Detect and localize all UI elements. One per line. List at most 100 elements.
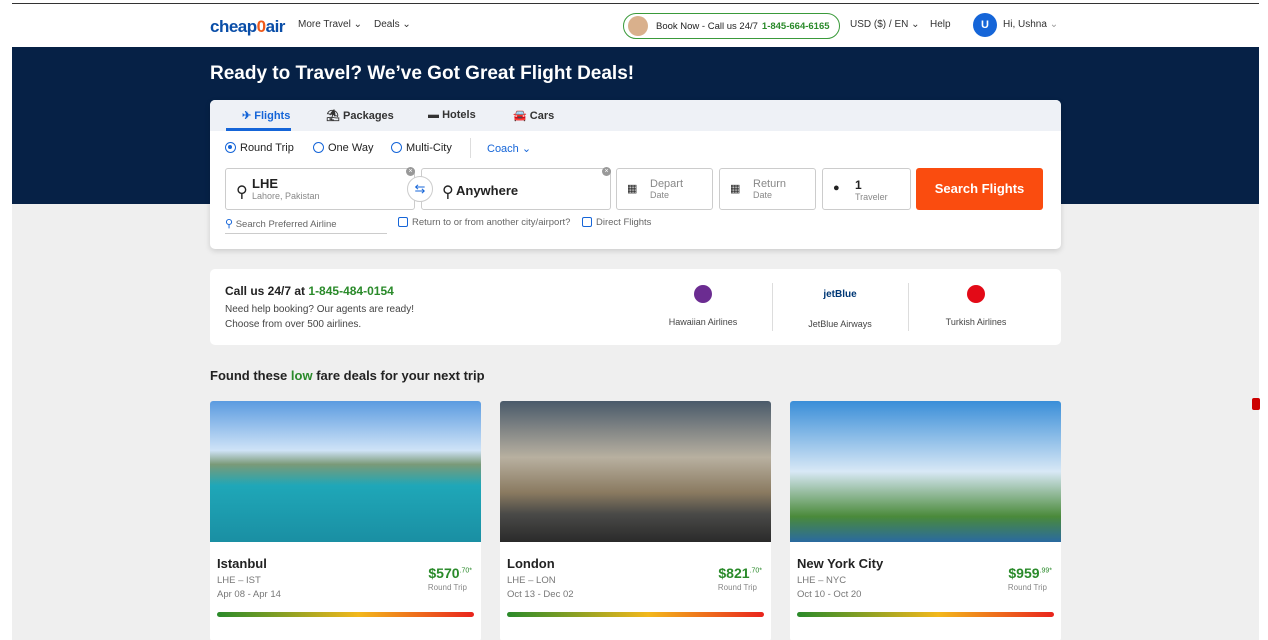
radio-icon — [225, 142, 236, 153]
origin-field[interactable]: ⚲ LHE Lahore, Pakistan × — [225, 167, 415, 210]
help-link[interactable]: Help — [930, 19, 951, 30]
deal-price: $821.70* — [718, 565, 762, 581]
traveler-count: 1 — [855, 178, 862, 192]
logo[interactable]: cheap0air — [210, 17, 285, 37]
deal-city: London — [507, 556, 555, 571]
tab-cars[interactable]: 🚘 Cars — [513, 109, 554, 122]
radio-icon — [391, 142, 402, 153]
airline-name: JetBlue Airways — [808, 319, 872, 329]
return-other-checkbox[interactable]: Return to or from another city/airport? — [398, 217, 570, 228]
cabin-selector[interactable]: Coach ⌄ — [470, 138, 531, 158]
price-cents: .70 — [459, 567, 470, 575]
turkish-logo-icon — [967, 285, 985, 303]
heading-low: low — [290, 368, 313, 383]
checkbox-label: Direct Flights — [596, 217, 652, 228]
swap-icon[interactable]: ⇆ — [407, 176, 433, 202]
fare-gradient-bar — [217, 612, 474, 617]
traveler-label: Traveler — [855, 192, 888, 202]
deal-card-london[interactable]: London LHE – LON Oct 13 - Dec 02 $821.70… — [500, 401, 771, 640]
price-cents: .99 — [1039, 567, 1050, 575]
radio-one-way[interactable]: One Way — [313, 142, 373, 154]
deal-route: LHE – LON — [507, 575, 556, 586]
deal-card-istanbul[interactable]: Istanbul LHE – IST Apr 08 - Apr 14 $570.… — [210, 401, 481, 640]
page: cheap0air More Travel ⌄ Deals ⌄ Book Now… — [12, 3, 1259, 640]
radio-label: One Way — [328, 142, 374, 154]
deal-route: LHE – NYC — [797, 575, 847, 586]
tab-label: Flights — [254, 110, 291, 122]
return-date-field[interactable]: ▦ Return Date — [719, 168, 816, 210]
calendar-icon: ▦ — [730, 183, 741, 195]
direct-flights-checkbox[interactable]: Direct Flights — [582, 217, 651, 228]
depart-date-field[interactable]: ▦ Depart Date — [616, 168, 713, 210]
destination-value: Anywhere — [456, 183, 519, 198]
account-menu[interactable]: Hi, Ushna ⌄ — [1003, 19, 1058, 30]
airline-turkish[interactable]: Turkish Airlines — [908, 283, 1044, 327]
agent-avatar-icon — [628, 16, 648, 36]
call-phone: 1-845-664-6165 — [761, 21, 830, 32]
person-icon: ● — [833, 182, 840, 194]
clear-origin-icon[interactable]: × — [406, 167, 415, 176]
call-prefix: Call us 24/7 at — [225, 284, 306, 298]
radio-multi-city[interactable]: Multi-City — [391, 142, 452, 154]
price-asterisk: * — [759, 567, 762, 575]
fare-gradient-bar — [507, 612, 764, 617]
origin-city: Lahore, Pakistan — [252, 191, 320, 201]
fare-gradient-bar — [797, 612, 1054, 617]
hawaiian-logo-icon — [694, 285, 712, 303]
deals-label: Deals — [374, 19, 400, 30]
user-avatar[interactable]: U — [973, 13, 997, 37]
deal-trip-type: Round Trip — [717, 583, 757, 592]
traveler-field[interactable]: ● 1 Traveler — [822, 168, 911, 210]
depart-label: Depart — [650, 178, 684, 190]
airlines-text: Choose from over 500 airlines. — [225, 319, 362, 330]
currency-label: USD ($) / EN — [850, 19, 909, 30]
price-dollars: $959 — [1008, 565, 1040, 581]
london-image — [500, 401, 771, 542]
radio-icon — [313, 142, 324, 153]
deal-dates: Oct 10 - Oct 20 — [797, 589, 862, 600]
return-sub: Date — [753, 190, 773, 200]
deals-menu[interactable]: Deals ⌄ — [374, 19, 411, 30]
currency-selector[interactable]: USD ($) / EN ⌄ — [850, 19, 920, 30]
search-icon: ⚲ — [225, 218, 234, 230]
tab-flights[interactable]: ✈ Flights — [242, 109, 290, 122]
tab-label: Packages — [343, 110, 394, 122]
cabin-label: Coach — [487, 143, 519, 155]
price-dollars: $570 — [428, 565, 460, 581]
checkbox-icon — [582, 217, 592, 227]
return-label: Return — [753, 178, 787, 190]
heading-pre: Found these — [210, 368, 288, 383]
destination-field[interactable]: ⚲ Anywhere × — [421, 167, 611, 210]
deal-card-new-york[interactable]: New York City LHE – NYC Oct 10 - Oct 20 … — [790, 401, 1061, 640]
more-travel-menu[interactable]: More Travel ⌄ — [298, 19, 362, 30]
checkbox-label: Return to or from another city/airport? — [412, 217, 571, 228]
tab-hotels[interactable]: ▬ Hotels — [428, 109, 476, 121]
airline-search-input[interactable]: ⚲ Search Preferred Airline — [225, 217, 387, 234]
deals-heading: Found these low fare deals for your next… — [210, 368, 485, 383]
feedback-tab[interactable] — [1252, 398, 1260, 410]
greeting: Hi, Ushna — [1003, 19, 1047, 30]
chevron-down-icon: ⌄ — [911, 19, 920, 30]
radio-round-trip[interactable]: Round Trip — [225, 142, 294, 154]
call-banner: Call us 24/7 at 1-845-484-0154 Need help… — [210, 269, 1061, 345]
radio-label: Multi-City — [406, 142, 452, 154]
deal-price: $570.70* — [428, 565, 472, 581]
top-nav: cheap0air More Travel ⌄ Deals ⌄ Book Now… — [12, 4, 1259, 47]
call-button[interactable]: Book Now - Call us 24/7 1-845-664-6165 — [623, 13, 840, 39]
jetblue-logo: jetBlue — [823, 289, 857, 300]
deal-city: Istanbul — [217, 556, 267, 571]
deal-dates: Apr 08 - Apr 14 — [217, 589, 281, 600]
search-flights-button[interactable]: Search Flights — [916, 168, 1043, 210]
new-york-image — [790, 401, 1061, 542]
airline-jetblue[interactable]: jetBlue JetBlue Airways — [772, 283, 908, 329]
plane-icon: ✈ — [242, 110, 252, 122]
product-tabs: ✈ Flights ⛱ Packages ▬ Hotels 🚘 Cars — [210, 100, 1061, 131]
call-phone-link[interactable]: 1-845-484-0154 — [308, 284, 393, 298]
deal-dates: Oct 13 - Dec 02 — [507, 589, 574, 600]
chevron-down-icon: ⌄ — [402, 19, 411, 30]
airline-hawaiian[interactable]: Hawaiian Airlines — [635, 283, 771, 327]
tab-packages[interactable]: ⛱ Packages — [326, 109, 394, 122]
clear-destination-icon[interactable]: × — [602, 167, 611, 176]
deal-trip-type: Round Trip — [427, 583, 467, 592]
origin-code: LHE — [252, 176, 278, 191]
